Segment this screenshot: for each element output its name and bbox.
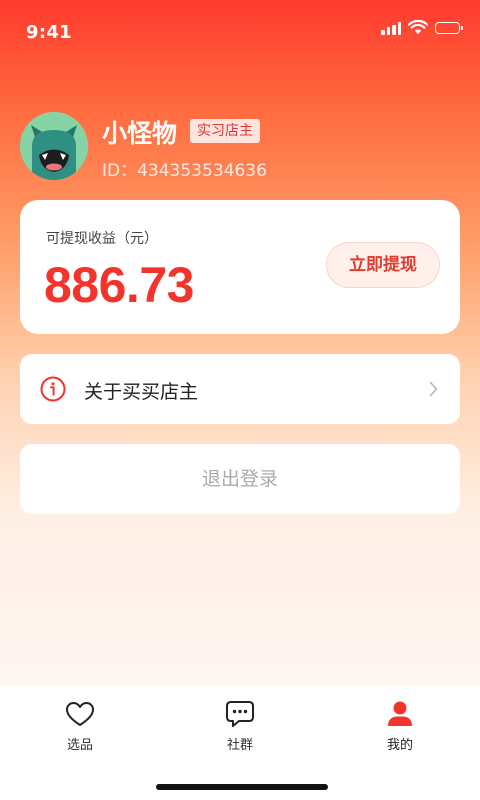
avatar[interactable] — [20, 112, 88, 180]
tab-mine-label: 我的 — [386, 738, 413, 753]
earnings-amount: 886.73 — [44, 257, 194, 313]
heart-icon — [66, 702, 94, 726]
status-icons — [381, 20, 463, 35]
about-menu-item[interactable]: 关于买买店主 — [20, 354, 460, 424]
chevron-right-icon — [429, 381, 438, 397]
monster-avatar-icon — [20, 112, 88, 180]
user-id: ID：434353534636 — [102, 161, 267, 181]
user-icon — [388, 701, 412, 726]
profile-name: 小怪物 — [102, 119, 178, 148]
status-time: 9:41 — [26, 22, 72, 43]
tab-products-label: 选品 — [66, 738, 93, 753]
battery-icon — [435, 21, 463, 34]
tab-products[interactable]: 选品 — [20, 686, 140, 766]
role-badge: 实习店主 — [190, 119, 260, 143]
cellular-signal-icon — [381, 21, 401, 35]
tab-mine[interactable]: 我的 — [340, 686, 460, 766]
earnings-label: 可提现收益（元） — [46, 231, 158, 247]
wifi-icon — [408, 20, 428, 35]
home-indicator — [156, 784, 328, 790]
tab-community-label: 社群 — [226, 738, 253, 753]
tab-community[interactable]: 社群 — [180, 686, 300, 766]
tab-bar: 选品 社群 我的 — [0, 686, 480, 800]
status-bar: 9:41 — [0, 0, 480, 66]
earnings-card: 可提现收益（元） 886.73 立即提现 — [20, 200, 460, 334]
chat-bubble-icon — [226, 701, 254, 727]
withdraw-button[interactable]: 立即提现 — [326, 242, 440, 288]
about-label: 关于买买店主 — [84, 381, 199, 403]
info-icon — [40, 376, 66, 402]
logout-button[interactable]: 退出登录 — [20, 444, 460, 514]
